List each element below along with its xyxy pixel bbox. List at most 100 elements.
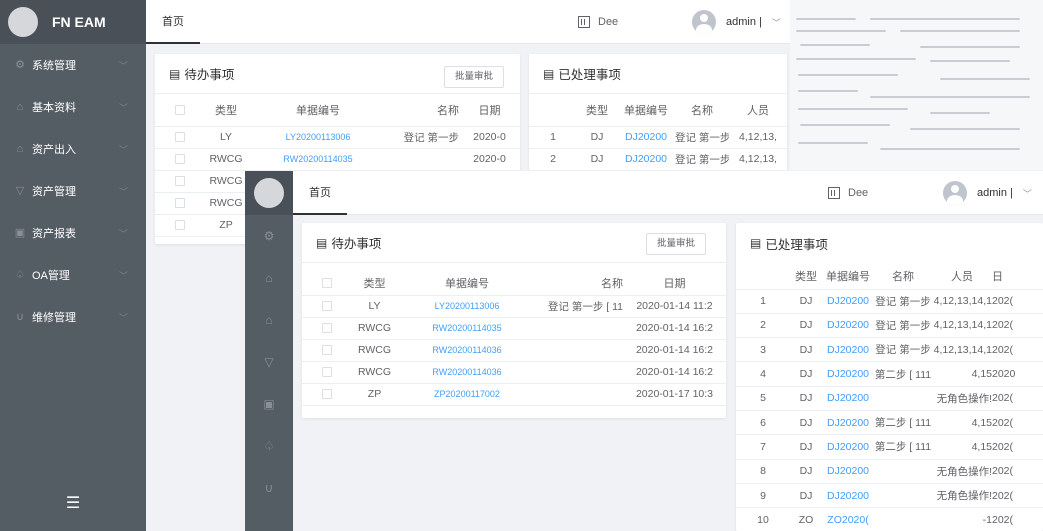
select-all-checkbox[interactable] bbox=[322, 277, 332, 288]
column-header[interactable]: 单据编号 bbox=[397, 271, 537, 296]
table-row[interactable]: RWCG RW20200114036 2020-01-14 16:2 bbox=[302, 339, 726, 362]
row-checkbox-cell[interactable] bbox=[302, 339, 352, 362]
row-checkbox[interactable] bbox=[175, 132, 185, 143]
menu-fold-icon[interactable]: ☰ bbox=[0, 493, 146, 513]
sidebar-item-asset-mgmt[interactable]: ▽ bbox=[245, 341, 293, 383]
column-header[interactable]: 人员 bbox=[729, 94, 787, 127]
row-checkbox-cell[interactable] bbox=[155, 214, 205, 237]
row-checkbox[interactable] bbox=[175, 154, 185, 165]
tab-home[interactable]: 首页 bbox=[293, 171, 347, 215]
batch-approve-button[interactable]: 批量审批 bbox=[443, 66, 504, 88]
code-link[interactable]: ZO2020( bbox=[822, 507, 874, 531]
sidebar-item-asset-io[interactable]: ⌂ 资产出入 ﹀ bbox=[0, 128, 146, 170]
row-checkbox-cell[interactable] bbox=[155, 170, 205, 193]
dept-selector[interactable]: Dee bbox=[578, 0, 618, 44]
column-header[interactable]: 日 bbox=[992, 263, 1043, 290]
sidebar-item-asset-io[interactable]: ⌂ bbox=[245, 299, 293, 341]
row-checkbox-cell[interactable] bbox=[302, 361, 352, 384]
table-row[interactable]: 3 DJ DJ20200 登记 第一步 4,12,13,14,1 202( bbox=[736, 337, 1043, 363]
code-link[interactable]: DJ20200 bbox=[822, 483, 874, 509]
sidebar-item-system[interactable]: ⚙ bbox=[245, 215, 293, 257]
table-row[interactable]: 2 DJ DJ20200 登记 第一步 4,12,13,14,1 202( bbox=[736, 313, 1043, 339]
row-checkbox-cell[interactable] bbox=[155, 126, 205, 149]
sidebar-item-oa[interactable]: ♤ bbox=[245, 425, 293, 467]
row-checkbox-cell[interactable] bbox=[302, 317, 352, 340]
dept-selector[interactable]: Dee bbox=[828, 171, 868, 215]
table-row[interactable]: LY LY20200113006 登记 第一步 2020-0 bbox=[155, 126, 520, 149]
code-link[interactable]: DJ20200 bbox=[822, 337, 874, 363]
sidebar-item-repair[interactable]: ∪ bbox=[245, 467, 293, 509]
sidebar-item-basic[interactable]: ⌂ bbox=[245, 257, 293, 299]
header-checkbox-cell[interactable] bbox=[155, 94, 205, 127]
row-checkbox-cell[interactable] bbox=[302, 383, 352, 406]
row-checkbox[interactable] bbox=[175, 176, 185, 187]
column-header[interactable]: 人员 bbox=[932, 263, 992, 290]
code-link[interactable]: DJ20200 bbox=[617, 148, 675, 171]
row-checkbox[interactable] bbox=[175, 220, 185, 231]
column-header[interactable]: 单据编号 bbox=[247, 94, 389, 127]
header-checkbox-cell[interactable] bbox=[302, 271, 352, 296]
column-header[interactable]: 名称 bbox=[389, 94, 459, 127]
column-header[interactable]: 单据编号 bbox=[617, 94, 675, 127]
sidebar-item-asset-report[interactable]: ▣ bbox=[245, 383, 293, 425]
table-row[interactable]: LY LY20200113006 登记 第一步 [ 11 2020-01-14 … bbox=[302, 295, 726, 318]
code-link[interactable]: DJ20200 bbox=[617, 126, 675, 149]
row-checkbox-cell[interactable] bbox=[155, 192, 205, 215]
table-row[interactable]: 6 DJ DJ20200 第二步 [ 111 4,15 202( bbox=[736, 410, 1043, 436]
code-link[interactable]: RW20200114035 bbox=[247, 148, 389, 171]
column-header[interactable]: 名称 bbox=[675, 94, 729, 127]
tab-home[interactable]: 首页 bbox=[146, 0, 200, 44]
table-row[interactable]: 4 DJ DJ20200 第二步 [ 111 4,15 2020 bbox=[736, 361, 1043, 387]
column-header[interactable]: 日期 bbox=[459, 94, 520, 127]
row-checkbox-cell[interactable] bbox=[302, 295, 352, 318]
column-header[interactable]: 类型 bbox=[577, 94, 617, 127]
select-all-checkbox[interactable] bbox=[175, 104, 185, 115]
code-link[interactable]: ZP20200117002 bbox=[397, 383, 537, 406]
code-link[interactable]: DJ20200 bbox=[822, 386, 874, 411]
sidebar-item-asset-mgmt[interactable]: ▽ 资产管理 ﹀ bbox=[0, 170, 146, 212]
code-link[interactable]: DJ20200 bbox=[822, 410, 874, 436]
code-link[interactable]: LY20200113006 bbox=[397, 295, 537, 318]
table-row[interactable]: RWCG RW20200114035 2020-0 bbox=[155, 148, 520, 171]
row-checkbox[interactable] bbox=[322, 323, 332, 334]
table-row[interactable]: ZP ZP20200117002 2020-01-17 10:3 bbox=[302, 383, 726, 406]
row-checkbox[interactable] bbox=[322, 301, 332, 312]
batch-approve-button[interactable]: 批量审批 bbox=[645, 233, 706, 255]
row-checkbox-cell[interactable] bbox=[155, 148, 205, 171]
column-header[interactable]: 名称 bbox=[537, 271, 623, 296]
table-row[interactable]: 7 DJ DJ20200 第二步 [ 111 4,15 202( bbox=[736, 434, 1043, 460]
sidebar-item-oa[interactable]: ♤ OA管理 ﹀ bbox=[0, 254, 146, 296]
user-menu[interactable]: admin | ﹀ bbox=[692, 0, 781, 44]
sidebar-item-basic[interactable]: ⌂ 基本资料 ﹀ bbox=[0, 86, 146, 128]
column-header[interactable]: 类型 bbox=[205, 94, 247, 127]
row-checkbox[interactable] bbox=[322, 345, 332, 356]
column-header[interactable]: 类型 bbox=[790, 263, 822, 290]
code-link[interactable]: RW20200114036 bbox=[397, 361, 537, 384]
row-checkbox[interactable] bbox=[322, 367, 332, 378]
column-header[interactable]: 名称 bbox=[874, 263, 932, 290]
table-row[interactable]: 1 DJ DJ20200 登记 第一步 4,12,13,14,1 202( bbox=[736, 289, 1043, 314]
table-row[interactable]: 8 DJ DJ20200 无角色操作! 202( bbox=[736, 459, 1043, 484]
table-row[interactable]: 1 DJ DJ20200 登记 第一步 4,12,13, bbox=[529, 126, 787, 149]
code-link[interactable]: LY20200113006 bbox=[247, 126, 389, 149]
user-menu[interactable]: admin | ﹀ bbox=[943, 171, 1032, 215]
row-checkbox[interactable] bbox=[175, 198, 185, 209]
code-link[interactable]: DJ20200 bbox=[822, 459, 874, 484]
table-row[interactable]: 9 DJ DJ20200 无角色操作! 202( bbox=[736, 483, 1043, 509]
table-row[interactable]: 2 DJ DJ20200 登记 第一步 4,12,13, bbox=[529, 148, 787, 171]
sidebar-item-asset-report[interactable]: ▣ 资产报表 ﹀ bbox=[0, 212, 146, 254]
table-row[interactable]: RWCG RW20200114035 2020-01-14 16:2 bbox=[302, 317, 726, 340]
table-row[interactable]: RWCG RW20200114036 2020-01-14 16:2 bbox=[302, 361, 726, 384]
column-header[interactable]: 单据编号 bbox=[822, 263, 874, 290]
table-row[interactable]: 5 DJ DJ20200 无角色操作! 202( bbox=[736, 386, 1043, 411]
code-link[interactable]: DJ20200 bbox=[822, 289, 874, 314]
column-header[interactable]: 日期 bbox=[623, 271, 726, 296]
code-link[interactable]: RW20200114036 bbox=[397, 339, 537, 362]
code-link[interactable]: DJ20200 bbox=[822, 361, 874, 387]
table-row[interactable]: 10 ZO ZO2020(-1 202( bbox=[736, 507, 1043, 531]
sidebar-item-repair[interactable]: ∪ 维修管理 ﹀ bbox=[0, 296, 146, 338]
code-link[interactable]: DJ20200 bbox=[822, 434, 874, 460]
column-header[interactable]: 类型 bbox=[352, 271, 397, 296]
code-link[interactable]: RW20200114035 bbox=[397, 317, 537, 340]
code-link[interactable]: DJ20200 bbox=[822, 313, 874, 339]
